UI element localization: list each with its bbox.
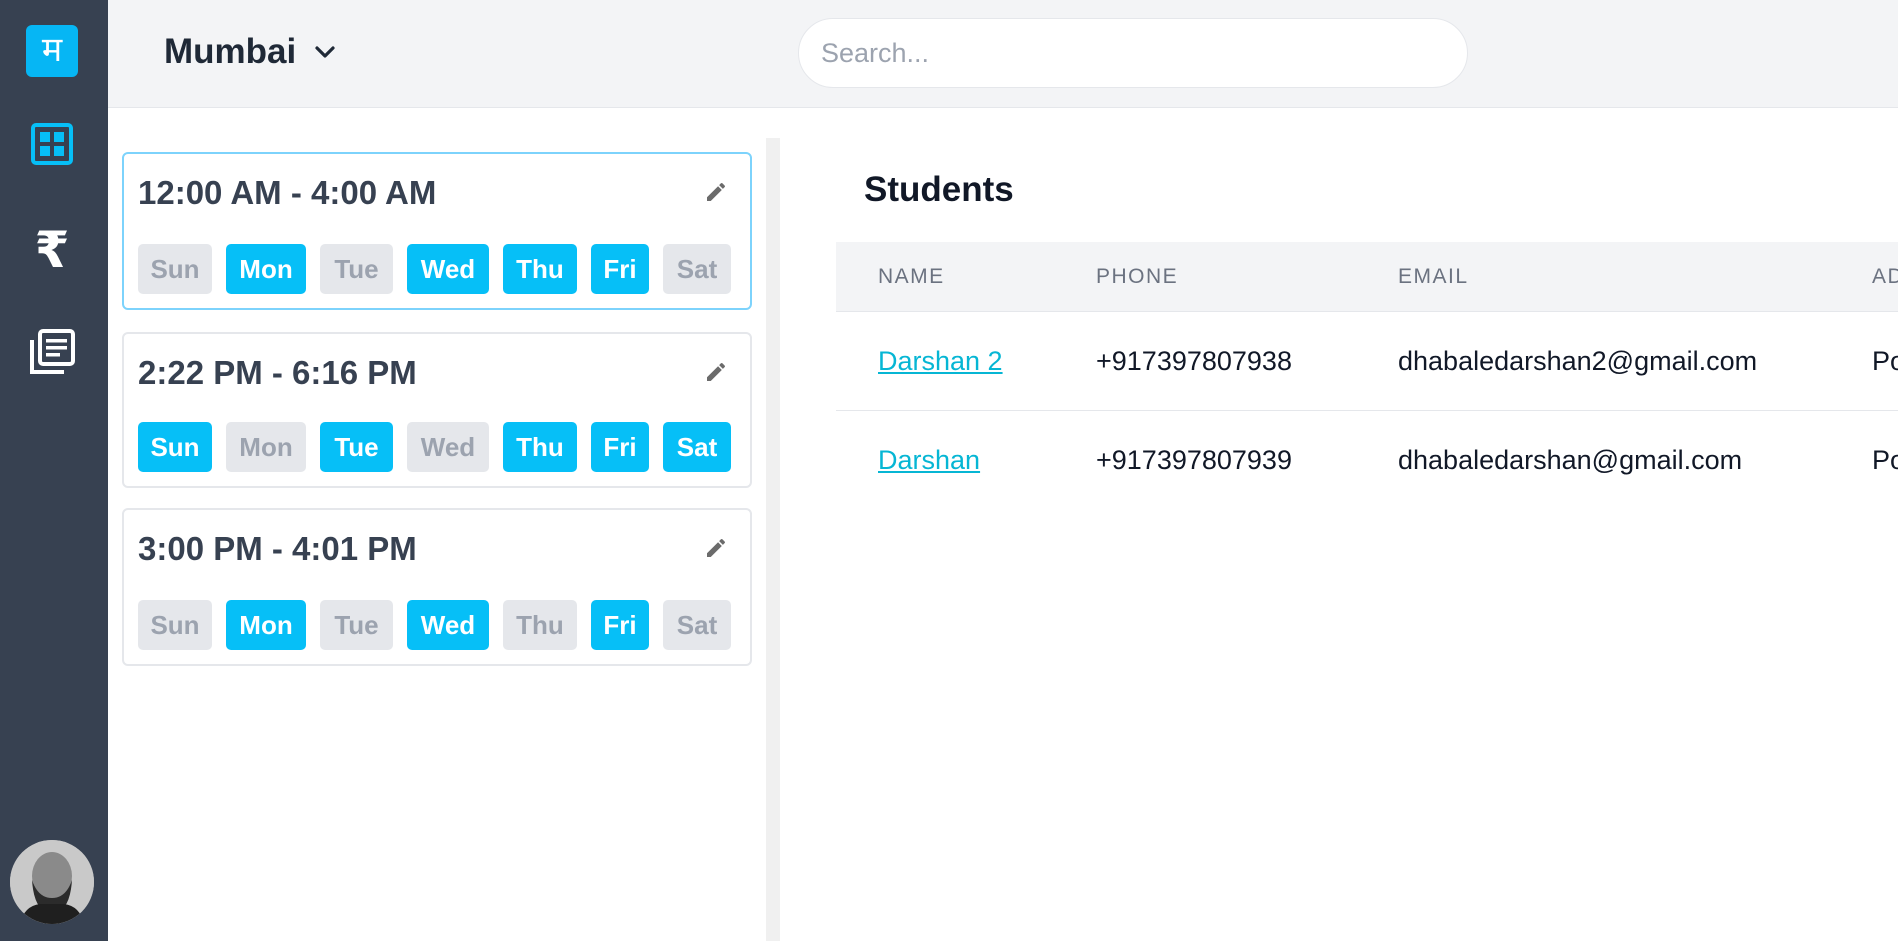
student-address: Po — [1872, 346, 1898, 376]
panel-divider — [766, 138, 780, 941]
column-header-address[interactable]: AD — [1872, 242, 1898, 312]
column-header-email[interactable]: EMAIL — [1398, 242, 1469, 312]
edit-pencil-icon[interactable] — [700, 532, 732, 564]
day-toggle-sat[interactable]: Sat — [663, 422, 731, 472]
chevron-down-icon — [315, 46, 335, 58]
schedule-card[interactable]: 3:00 PM - 4:01 PM Sun Mon Tue Wed Thu Fr… — [122, 508, 752, 666]
edit-pencil-icon[interactable] — [700, 356, 732, 388]
day-toggle-fri[interactable]: Fri — [591, 600, 649, 650]
app-logo[interactable]: म — [26, 25, 78, 77]
day-toggle-mon[interactable]: Mon — [226, 600, 306, 650]
day-toggle-mon[interactable]: Mon — [226, 422, 306, 472]
day-toggle-mon[interactable]: Mon — [226, 244, 306, 294]
table-row: Darshan +917397807939 dhabaledarshan@gma… — [836, 411, 1898, 510]
day-toggle-sat[interactable]: Sat — [663, 600, 731, 650]
day-toggle-sun[interactable]: Sun — [138, 244, 212, 294]
column-header-name[interactable]: NAME — [878, 242, 945, 312]
schedule-card[interactable]: 2:22 PM - 6:16 PM Sun Mon Tue Wed Thu Fr… — [122, 332, 752, 488]
day-selector: Sun Mon Tue Wed Thu Fri Sat — [138, 422, 731, 472]
student-name-link[interactable]: Darshan 2 — [878, 312, 1003, 411]
rupee-glyph: ₹ — [34, 221, 70, 279]
students-table: NAME PHONE EMAIL AD Darshan 2 +917397807… — [836, 242, 1898, 510]
top-header: Mumbai — [108, 0, 1898, 108]
library-books-icon[interactable] — [26, 326, 78, 378]
search-input[interactable] — [798, 18, 1468, 88]
table-row: Darshan 2 +917397807938 dhabaledarshan2@… — [836, 312, 1898, 411]
schedule-panel: 12:00 AM - 4:00 AM Sun Mon Tue Wed Thu F… — [108, 108, 766, 941]
column-header-phone[interactable]: PHONE — [1096, 242, 1178, 312]
location-label: Mumbai — [164, 32, 297, 71]
day-toggle-tue[interactable]: Tue — [320, 422, 393, 472]
day-toggle-thu[interactable]: Thu — [503, 600, 577, 650]
sidebar: म ₹ — [0, 0, 108, 941]
day-toggle-sun[interactable]: Sun — [138, 422, 212, 472]
students-heading: Students — [864, 170, 1014, 209]
day-selector: Sun Mon Tue Wed Thu Fri Sat — [138, 600, 731, 650]
student-phone: +917397807939 — [1096, 445, 1292, 475]
day-toggle-thu[interactable]: Thu — [503, 244, 577, 294]
day-toggle-wed[interactable]: Wed — [407, 244, 489, 294]
rupee-icon[interactable]: ₹ — [26, 224, 78, 276]
student-name-link[interactable]: Darshan — [878, 411, 980, 510]
edit-pencil-icon[interactable] — [700, 176, 732, 208]
day-toggle-tue[interactable]: Tue — [320, 600, 393, 650]
day-toggle-sat[interactable]: Sat — [663, 244, 731, 294]
day-toggle-wed[interactable]: Wed — [407, 422, 489, 472]
student-email: dhabaledarshan2@gmail.com — [1398, 346, 1758, 376]
day-toggle-wed[interactable]: Wed — [407, 600, 489, 650]
schedule-time: 12:00 AM - 4:00 AM — [138, 174, 437, 211]
dashboard-grid-icon[interactable] — [26, 118, 78, 170]
schedule-time: 3:00 PM - 4:01 PM — [138, 530, 417, 567]
table-header: NAME PHONE EMAIL AD — [836, 242, 1898, 312]
student-address: Po — [1872, 445, 1898, 475]
location-selector[interactable]: Mumbai — [164, 30, 336, 74]
student-phone: +917397807938 — [1096, 346, 1292, 376]
day-selector: Sun Mon Tue Wed Thu Fri Sat — [138, 244, 731, 294]
day-toggle-fri[interactable]: Fri — [591, 422, 649, 472]
schedule-card[interactable]: 12:00 AM - 4:00 AM Sun Mon Tue Wed Thu F… — [122, 152, 752, 310]
day-toggle-thu[interactable]: Thu — [503, 422, 577, 472]
day-toggle-fri[interactable]: Fri — [591, 244, 649, 294]
student-email: dhabaledarshan@gmail.com — [1398, 445, 1743, 475]
schedule-time: 2:22 PM - 6:16 PM — [138, 354, 417, 391]
user-avatar[interactable] — [10, 840, 94, 924]
day-toggle-tue[interactable]: Tue — [320, 244, 393, 294]
day-toggle-sun[interactable]: Sun — [138, 600, 212, 650]
